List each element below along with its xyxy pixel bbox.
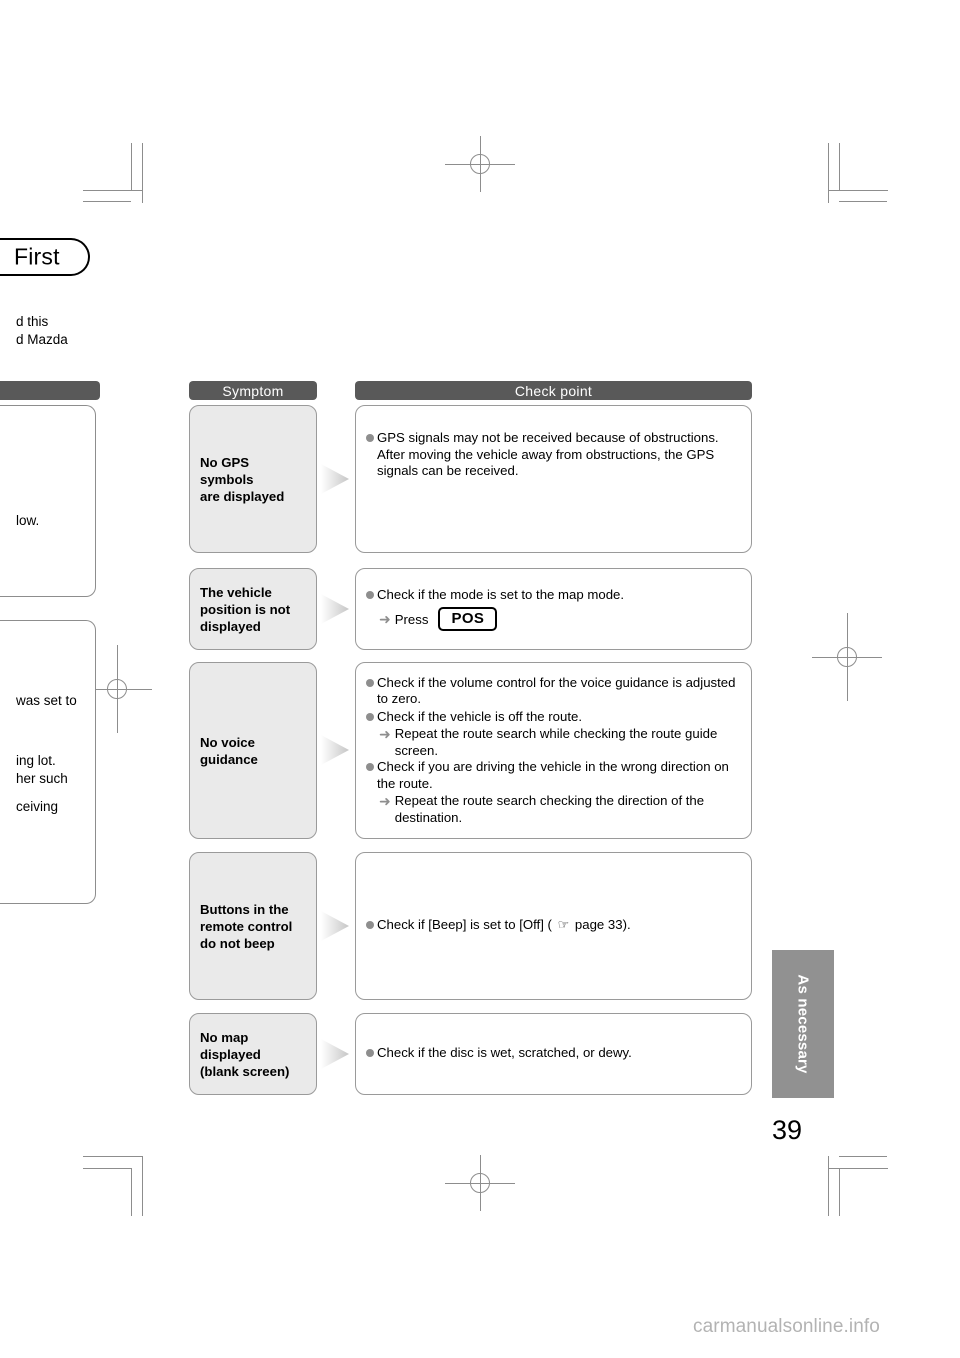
- list-item: Check if the disc is wet, scratched, or …: [366, 1045, 741, 1062]
- bullet-icon: [366, 678, 374, 687]
- checkpoint-column-header: Check point: [355, 381, 752, 400]
- left-box-2-fragment-2: ing lot.: [16, 753, 56, 768]
- registration-mark-top: [445, 136, 515, 192]
- chapter-tab-label: First: [14, 243, 60, 270]
- pointing-hand-icon: ☞: [557, 917, 570, 933]
- crop-mark-tr-h1: [828, 190, 888, 191]
- crop-mark-tr-v2: [839, 143, 840, 191]
- intro-text-line-2: d Mazda: [16, 332, 68, 347]
- checkpoint-box: Check if [Beep] is set to [Off] ( ☞ page…: [355, 852, 752, 1000]
- crop-mark-tl-v2: [142, 143, 143, 203]
- symptom-column-header: Symptom: [189, 381, 317, 400]
- registration-mark-right: [812, 613, 882, 701]
- list-item: Check if [Beep] is set to [Off] ( ☞ page…: [366, 917, 741, 934]
- bullet-icon: [366, 1049, 374, 1058]
- watermark: carmanualsonline.info: [693, 1316, 880, 1337]
- crop-mark-br-v2: [839, 1168, 840, 1216]
- flow-arrow-icon: [321, 1037, 351, 1071]
- crop-mark-br-h2: [839, 1156, 887, 1157]
- flow-arrow-icon: [321, 592, 351, 626]
- table-row: No voice guidance: [189, 662, 317, 839]
- flow-arrow-icon: [321, 733, 351, 767]
- crop-mark-br-h1: [828, 1168, 888, 1169]
- left-column-box-1: [0, 405, 96, 597]
- check-text: Check if the disc is wet, scratched, or …: [377, 1045, 632, 1061]
- flow-arrow-icon: [321, 909, 351, 943]
- list-item: Check if the vehicle is off the route.: [366, 709, 741, 726]
- check-text: Check if the volume control for the voic…: [377, 674, 736, 707]
- crop-mark-tr-h2: [839, 201, 887, 202]
- check-text-ref: page 33).: [571, 917, 631, 933]
- left-box-2-fragment-1: was set to: [16, 693, 77, 708]
- crop-mark-tl-v1: [131, 143, 132, 191]
- list-item: Check if the volume control for the voic…: [366, 675, 741, 708]
- page-number: 39: [772, 1115, 803, 1145]
- intro-text-line-1: d this: [16, 314, 49, 329]
- checkpoint-box: Check if the mode is set to the map mode…: [355, 568, 752, 650]
- crop-mark-br-v1: [828, 1156, 829, 1216]
- sub-arrow-icon: ➜: [379, 793, 391, 810]
- registration-mark-bottom: [445, 1155, 515, 1211]
- crop-mark-bl-h2: [83, 1168, 131, 1169]
- crop-mark-bl-h1: [83, 1156, 143, 1157]
- crop-mark-tr-v1: [828, 143, 829, 203]
- bullet-icon: [366, 712, 374, 721]
- symptom-label: No voice guidance: [200, 734, 258, 767]
- check-text: Check if the vehicle is off the route.: [377, 708, 583, 724]
- list-item: Check if the mode is set to the map mode…: [366, 587, 741, 604]
- list-item-sub: ➜ Repeat the route search while checking…: [366, 726, 741, 759]
- checkpoint-box: Check if the volume control for the voic…: [355, 662, 752, 839]
- pos-button[interactable]: POS: [438, 607, 498, 632]
- left-column-header: [0, 381, 100, 400]
- symptom-column-header-label: Symptom: [222, 382, 284, 399]
- side-tab-as-necessary[interactable]: As necessary: [772, 950, 834, 1098]
- table-row: The vehicle position is not displayed: [189, 568, 317, 650]
- bullet-icon: [366, 921, 374, 930]
- press-instruction: ➜ Press POS: [366, 607, 741, 632]
- list-item: Check if you are driving the vehicle in …: [366, 759, 741, 792]
- bullet-icon: [366, 590, 374, 599]
- press-label: Press: [394, 611, 429, 627]
- flow-arrow-icon: [321, 462, 351, 496]
- list-item: GPS signals may not be received because …: [366, 430, 741, 480]
- sub-arrow-icon: ➜: [379, 726, 391, 743]
- symptom-label: The vehicle position is not displayed: [200, 584, 291, 634]
- table-row: No GPS symbols are displayed: [189, 405, 317, 553]
- list-item-sub: ➜ Repeat the route search checking the d…: [366, 793, 741, 826]
- crop-mark-tl-h1: [83, 190, 143, 191]
- table-row: Buttons in the remote control do not bee…: [189, 852, 317, 1000]
- left-box-2-fragment-3: her such: [16, 771, 68, 786]
- crop-mark-bl-v1: [131, 1168, 132, 1216]
- check-text: Check if the mode is set to the map mode…: [377, 586, 625, 602]
- chapter-tab-first[interactable]: First: [0, 238, 90, 276]
- sub-arrow-icon: ➜: [379, 610, 391, 627]
- checkpoint-box: Check if the disc is wet, scratched, or …: [355, 1013, 752, 1095]
- left-box-2-fragment-4: ceiving: [16, 799, 59, 814]
- check-text-before: Check if [Beep] is set to [Off] (: [377, 917, 556, 933]
- check-subtext: Repeat the route search while checking t…: [394, 726, 718, 758]
- checkpoint-box: GPS signals may not be received because …: [355, 405, 752, 553]
- bullet-icon: [366, 434, 374, 442]
- check-text: Check if you are driving the vehicle in …: [377, 759, 729, 791]
- symptom-label: Buttons in the remote control do not bee…: [200, 901, 293, 951]
- check-text: Check if [Beep] is set to [Off] ( ☞ page…: [377, 917, 741, 934]
- check-subtext: Repeat the route search checking the dir…: [394, 793, 705, 825]
- symptom-label: No GPS symbols are displayed: [200, 454, 285, 504]
- checkpoint-column-header-label: Check point: [514, 382, 593, 399]
- check-text: GPS signals may not be received because …: [377, 430, 719, 478]
- crop-mark-tl-h2: [83, 201, 131, 202]
- bullet-icon: [366, 763, 374, 772]
- crop-mark-bl-v2: [142, 1156, 143, 1216]
- table-row: No map displayed (blank screen): [189, 1013, 317, 1095]
- side-tab-label: As necessary: [794, 974, 812, 1074]
- symptom-label: No map displayed (blank screen): [200, 1029, 290, 1079]
- left-box-1-fragment: low.: [16, 513, 40, 528]
